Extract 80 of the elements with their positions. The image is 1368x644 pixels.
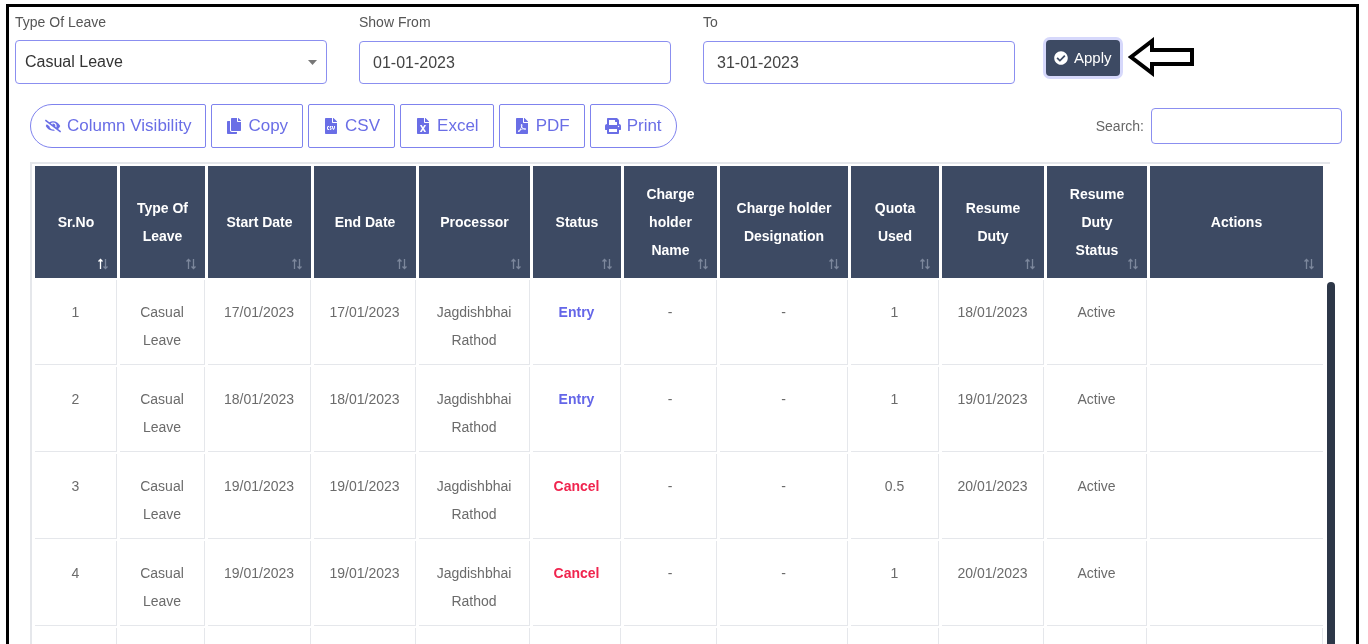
table-cell: - (624, 454, 717, 539)
table-cell: 3 (35, 454, 117, 539)
table-cell: - (624, 280, 717, 365)
export-button[interactable]: Excel (400, 104, 494, 148)
caret-icon (308, 59, 317, 65)
date-field[interactable]: 31-01-2023 (703, 41, 1015, 84)
sort-icon[interactable] (97, 258, 109, 270)
table-cell: 1 (851, 367, 939, 452)
column-header[interactable]: Charge holder Name (624, 166, 717, 278)
table-cell: 0.5 (851, 454, 939, 539)
table-cell: Active (1047, 367, 1147, 452)
column-header[interactable]: Status (533, 166, 621, 278)
table-cell: 17/01/2023 (314, 280, 416, 365)
table-cell: Casual Leave (120, 454, 205, 539)
check-icon (1054, 51, 1068, 65)
table-cell: Active (1047, 454, 1147, 539)
table-cell: 19/01/2023 (208, 454, 311, 539)
scrollbar[interactable] (1327, 282, 1335, 644)
table-cell: 19/01/2023 (314, 454, 416, 539)
table-cell: Jagdishbhai Rathod (419, 454, 530, 539)
table-cell: 1 (851, 541, 939, 626)
column-header[interactable]: Resume Duty Status (1047, 166, 1147, 278)
export-button[interactable]: CSV (308, 104, 396, 148)
field-label: To (703, 13, 719, 32)
table-cell: 18/01/2023 (942, 280, 1044, 365)
table-cell: - (720, 454, 848, 539)
table-cell: - (720, 367, 848, 452)
search-field[interactable] (1151, 108, 1342, 144)
csv-icon (323, 118, 340, 134)
column-header[interactable]: End Date (314, 166, 416, 278)
column-header[interactable]: Start Date (208, 166, 311, 278)
table-cell: 4 (35, 541, 117, 626)
table-cell: Casual Leave (120, 367, 205, 452)
print-icon (604, 118, 621, 134)
apply-button[interactable]: Apply (1046, 40, 1120, 76)
table-cell: Casual Leave (120, 280, 205, 365)
leave-type-select[interactable]: Casual Leave (15, 40, 327, 84)
table-cell: 20/01/2023 (942, 454, 1044, 539)
table-cell: Active (1047, 541, 1147, 626)
export-button[interactable]: PDF (498, 104, 585, 148)
table-cell: 18/01/2023 (208, 367, 311, 452)
table-cell: Entry (533, 367, 621, 452)
table-cell: - (624, 367, 717, 452)
table-cell: - (720, 280, 848, 365)
table-cell: Cancel (533, 454, 621, 539)
table-cell: 19/01/2023 (942, 367, 1044, 452)
column-header[interactable]: Resume Duty (942, 166, 1044, 278)
table-cell: Jagdishbhai Rathod (419, 280, 530, 365)
visibility-icon (45, 118, 61, 134)
column-header[interactable]: Actions (1150, 166, 1323, 278)
column-header[interactable]: Sr.No (35, 166, 117, 278)
table-cell: 19/01/2023 (314, 541, 416, 626)
column-header[interactable]: Charge holder Designation (720, 166, 848, 278)
field-label: Type Of Leave (15, 13, 108, 32)
table-cell: 2 (35, 367, 117, 452)
table-cell: Entry (533, 280, 621, 365)
table-cell: 17/01/2023 (208, 280, 311, 365)
date-field[interactable]: 01-01-2023 (359, 41, 671, 84)
table-cell: Jagdishbhai Rathod (419, 367, 530, 452)
table-cell: 18/01/2023 (314, 367, 416, 452)
copy-icon (226, 118, 243, 134)
field-label: Show From (359, 13, 432, 32)
arrow-icon (1127, 37, 1196, 77)
export-button[interactable]: Copy (211, 104, 304, 148)
column-header[interactable]: Quota Used (851, 166, 939, 278)
excel-icon (415, 118, 432, 134)
pdf-icon (513, 118, 530, 134)
table-cell: Casual Leave (120, 541, 205, 626)
table-cell: 1 (35, 280, 117, 365)
table-cell: 1 (851, 280, 939, 365)
table-cell: - (720, 541, 848, 626)
table-cell: - (624, 541, 717, 626)
column-header[interactable]: Type Of Leave (120, 166, 205, 278)
column-header[interactable]: Processor (419, 166, 530, 278)
table-cell: Cancel (533, 541, 621, 626)
table-cell: 20/01/2023 (942, 541, 1044, 626)
table-cell: Jagdishbhai Rathod (419, 541, 530, 626)
table-cell: 19/01/2023 (208, 541, 311, 626)
table-cell: Active (1047, 280, 1147, 365)
search-label: Search: (1095, 116, 1144, 136)
